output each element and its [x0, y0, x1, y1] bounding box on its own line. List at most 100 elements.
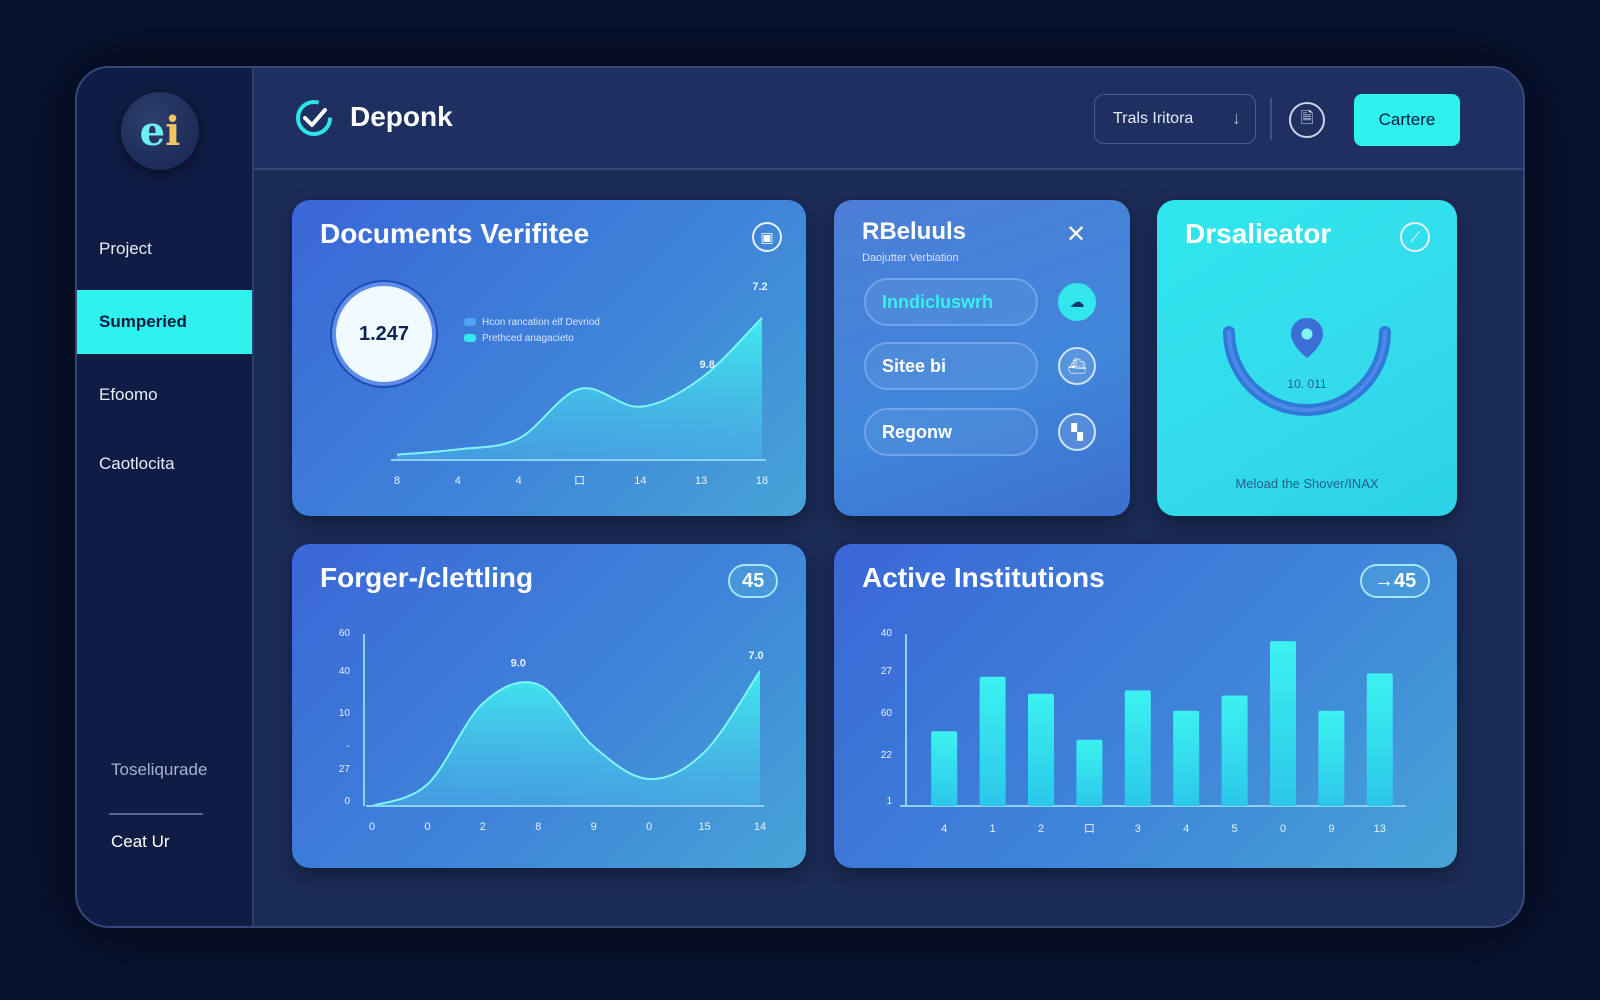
sidebar-item-label: Caotlocita	[99, 454, 175, 473]
card-footer-text: Meload the Shover/INAX	[1235, 476, 1379, 491]
bar	[1028, 693, 1054, 806]
documents-area-chart: 8 4 4 口 14 13 18 9.8 7.2	[391, 281, 768, 487]
bar	[1318, 710, 1345, 806]
y-tick-label: 27	[881, 666, 893, 677]
app-logo[interactable]: ei	[121, 92, 199, 170]
sidebar-item-sumperied[interactable]: Sumperied	[77, 290, 252, 354]
forger-area-chart: 60 40 10 - 27 0 0 0 2 8 9 0 15 14 9.0 7.0	[339, 628, 766, 833]
sidebar: ei Project Sumperied Efoomo Caotlocita T…	[77, 68, 254, 926]
cloud-icon[interactable]: ☁	[1058, 283, 1096, 321]
filter-select-value: Trals Iritora	[1113, 110, 1194, 127]
x-tick-label: 5	[1232, 823, 1238, 835]
x-tick-label: 8	[535, 821, 541, 833]
x-tick-label: 4	[941, 823, 947, 835]
sidebar-item-label: Efoomo	[99, 385, 158, 404]
bar	[1221, 695, 1248, 806]
x-tick-label: 9	[1328, 823, 1334, 835]
primary-action-button[interactable]: Cartere	[1354, 94, 1460, 146]
sidebar-item-caotlocita[interactable]: Caotlocita	[77, 432, 252, 496]
data-label: 9.0	[511, 658, 526, 670]
header-divider	[1270, 98, 1272, 140]
sidebar-item-label: Sumperied	[99, 312, 187, 331]
card-title: RBeluuls	[862, 218, 967, 245]
documents-verified-card: Documents Verifitee ▣ 1.247 Hcon rancati…	[292, 200, 806, 516]
location-gauge: 10. 011	[1223, 318, 1391, 416]
sidebar-item-label: Project	[99, 239, 152, 258]
rbeluuls-card: RBeluuls Daojutter Verbiation ✕ Inndiclu…	[834, 200, 1130, 516]
x-tick-label: 14	[634, 475, 646, 487]
x-tick-label: 1	[990, 823, 996, 835]
bar	[931, 731, 958, 806]
bar	[1366, 673, 1393, 806]
logo-accent-letter: i	[165, 107, 181, 155]
tools-icon[interactable]: ✕	[1066, 220, 1086, 249]
ship-icon[interactable]: ⛴	[1058, 347, 1096, 385]
card-subtitle: Daojutter Verbiation	[862, 252, 959, 264]
forger-card: Forger-/clettling 45 60 40 10-27 0 0 0 2 8 9 0 15 1…	[292, 544, 806, 868]
bar	[1076, 739, 1103, 806]
sidebar-footer-link[interactable]: Toseliqurade	[111, 760, 207, 780]
check-circle-icon	[296, 100, 332, 136]
filter-select[interactable]: Trals Iritora ↓	[1094, 94, 1256, 144]
bar	[1124, 690, 1151, 806]
x-tick-label: 3	[1135, 823, 1141, 835]
sidebar-divider	[109, 813, 203, 815]
x-tick-label: 4	[1183, 823, 1189, 835]
sidebar-item-efoomo[interactable]: Efoomo	[77, 363, 252, 427]
x-tick-label: 8	[394, 475, 400, 487]
grid-icon[interactable]: ▚	[1058, 413, 1096, 451]
top-header: Deponk Trals Iritora ↓ 🗎 Cartere	[254, 68, 1523, 170]
bar	[1270, 641, 1296, 806]
y-tick-label: -	[347, 741, 350, 752]
active-institutions-card: Active Institutions →45 40 27 60 22 1 4 1 2 口 3 4 5…	[834, 544, 1457, 868]
location-pin-icon	[1291, 318, 1323, 358]
x-tick-label: 9	[591, 821, 597, 833]
arrow-down-icon: ↓	[1232, 108, 1241, 128]
page-title: Deponk	[350, 101, 453, 132]
y-tick-label: 1	[886, 796, 892, 807]
option-label: Sitee bi	[882, 355, 947, 376]
x-tick-label: 0	[1280, 823, 1286, 835]
x-tick-label: 口	[574, 475, 585, 487]
drsalieator-card: Drsalieator ⟋ 10. 011 Meload the Shover/…	[1157, 200, 1457, 516]
y-tick-label: 40	[881, 628, 893, 639]
x-tick-label: 14	[754, 821, 766, 833]
area-fill	[372, 671, 760, 806]
x-tick-label: 4	[455, 475, 461, 487]
y-tick-label: 22	[881, 750, 893, 761]
bar	[1173, 710, 1200, 806]
x-tick-label: 15	[698, 821, 710, 833]
logo-letter: e	[139, 107, 166, 155]
app-window: ei Project Sumperied Efoomo Caotlocita T…	[75, 66, 1525, 928]
x-tick-label: 0	[369, 821, 375, 833]
gauge-value: 10. 011	[1287, 377, 1326, 391]
x-tick-label: 0	[424, 821, 430, 833]
y-tick-label: 40	[339, 666, 351, 677]
option-pill[interactable]: Inndicluswrh	[864, 278, 1038, 326]
x-tick-label: 2	[1038, 823, 1044, 835]
clipboard-icon[interactable]: 🗎	[1289, 102, 1325, 138]
y-tick-label: 60	[881, 708, 893, 719]
option-pill[interactable]: Sitee bi	[864, 342, 1038, 390]
option-pill[interactable]: Regonw	[864, 408, 1038, 456]
option-label: Inndicluswrh	[882, 291, 994, 312]
x-tick-label: 13	[695, 475, 707, 487]
x-tick-label: 2	[480, 821, 486, 833]
data-label: 7.0	[748, 650, 763, 662]
sidebar-footer-link-2[interactable]: Ceat Ur	[111, 832, 170, 852]
x-tick-label: 口	[1084, 823, 1095, 835]
x-tick-label: 0	[646, 821, 652, 833]
x-tick-label: 4	[516, 475, 522, 487]
y-tick-label: 27	[339, 764, 351, 775]
y-tick-label: 10	[339, 708, 351, 719]
y-tick-label: 0	[344, 796, 350, 807]
x-tick-label: 13	[1374, 823, 1386, 835]
bar	[979, 676, 1006, 806]
institutions-bar-chart: 40 27 60 22 1 4 1 2 口 3 4 5 0 9 13	[881, 628, 1406, 835]
option-label: Regonw	[882, 421, 952, 442]
data-label: 7.2	[752, 281, 767, 293]
data-label: 9.8	[700, 359, 715, 371]
x-tick-label: 18	[756, 475, 768, 487]
sidebar-item-project[interactable]: Project	[77, 217, 252, 281]
y-tick-label: 60	[339, 628, 351, 639]
